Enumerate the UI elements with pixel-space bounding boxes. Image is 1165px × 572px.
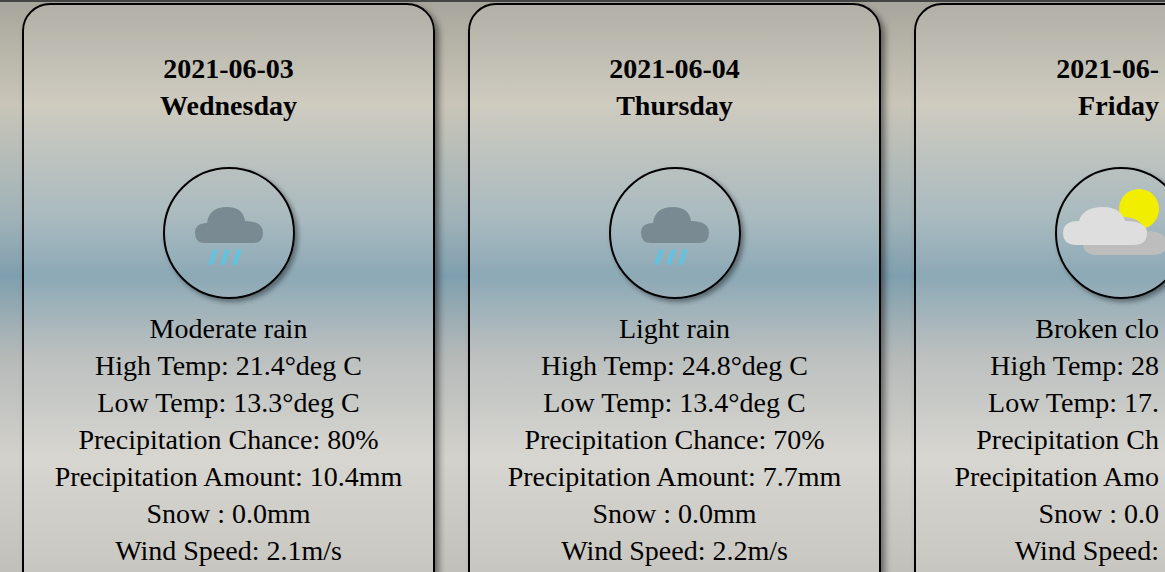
forecast-card: 2021-06-03Wednesday Moderate rainHigh Tem… (22, 3, 435, 572)
detail-line: Precipitation Amount: 7.7mm (470, 458, 879, 495)
detail-line: Low Temp: 13.3°deg C (24, 384, 433, 421)
detail-line: Precipitation Ch (916, 421, 1159, 458)
detail-line: High Temp: 28 (916, 347, 1159, 384)
weather-icon-circle (1055, 167, 1165, 299)
card-header: 2021-06-04Thursday (470, 50, 879, 124)
detail-line: Low Temp: 17. (916, 384, 1159, 421)
detail-line: Snow : 0.0mm (24, 495, 433, 532)
detail-line: Broken clo (916, 310, 1159, 347)
detail-line: Precipitation Amo (916, 458, 1159, 495)
detail-line: High Temp: 21.4°deg C (24, 347, 433, 384)
weather-icon-circle (163, 167, 295, 299)
sun-clouds-icon (1057, 169, 1165, 297)
detail-line: Precipitation Chance: 70% (470, 421, 879, 458)
detail-line: High Temp: 24.8°deg C (470, 347, 879, 384)
card-day: Friday (916, 87, 1159, 124)
detail-line: Wind Speed: 2.1m/s (24, 532, 433, 569)
weather-page: 2021-06-03WednesdayModerate rainHigh Tem… (0, 0, 1165, 572)
detail-line: Light rain (470, 310, 879, 347)
forecast-row: 2021-06-03WednesdayModerate rainHigh Tem… (0, 2, 1165, 572)
card-date: 2021-06-04 (470, 50, 879, 87)
card-details: Moderate rainHigh Temp: 21.4°deg CLow Te… (24, 310, 433, 569)
card-details: Light rainHigh Temp: 24.8°deg CLow Temp:… (470, 310, 879, 569)
card-date: 2021-06-03 (24, 50, 433, 87)
card-day: Wednesday (24, 87, 433, 124)
card-header: 2021-06-Friday (916, 50, 1159, 124)
card-date: 2021-06- (916, 50, 1159, 87)
rain-cloud-icon (633, 191, 717, 275)
detail-line: Wind Speed: (916, 532, 1159, 569)
detail-line: Low Temp: 13.4°deg C (470, 384, 879, 421)
detail-line: Precipitation Amount: 10.4mm (24, 458, 433, 495)
forecast-card: 2021-06-04Thursday Light rainHigh Temp: 2… (468, 3, 881, 572)
weather-icon-circle (609, 167, 741, 299)
detail-line: Moderate rain (24, 310, 433, 347)
detail-line: Snow : 0.0 (916, 495, 1159, 532)
detail-line: Precipitation Chance: 80% (24, 421, 433, 458)
card-day: Thursday (470, 87, 879, 124)
detail-line: Snow : 0.0mm (470, 495, 879, 532)
detail-line: Wind Speed: 2.2m/s (470, 532, 879, 569)
card-header: 2021-06-03Wednesday (24, 50, 433, 124)
rain-cloud-icon (187, 191, 271, 275)
forecast-card: 2021-06-Friday Broken cloHigh Temp: 28Low… (914, 3, 1165, 572)
card-details: Broken cloHigh Temp: 28Low Temp: 17.Prec… (916, 310, 1159, 569)
